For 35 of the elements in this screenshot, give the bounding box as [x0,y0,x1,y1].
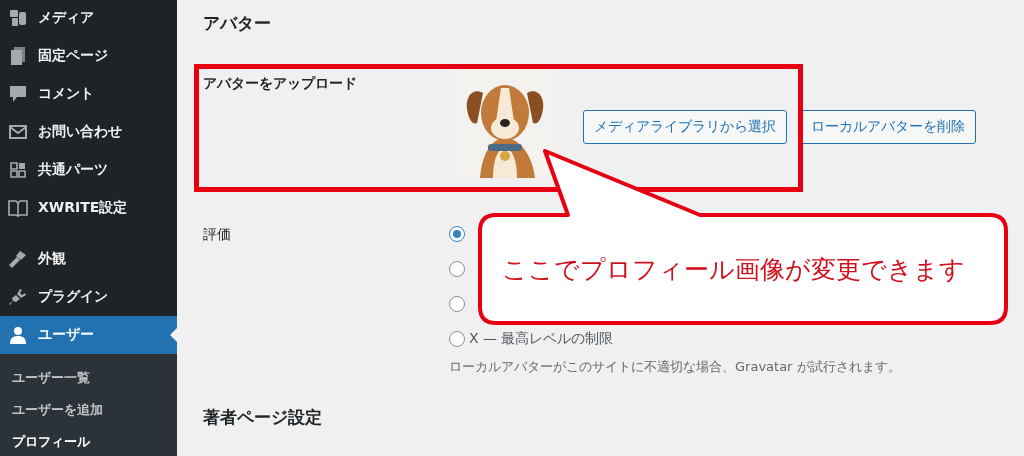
book-icon [8,198,28,218]
submenu-item[interactable]: ユーザーを追加 [0,394,177,426]
radio-button[interactable] [449,331,465,347]
action-button[interactable]: ローカルアバターを削除 [800,110,976,144]
section-heading: 著者ページ設定 [203,406,322,429]
submenu-item[interactable]: ユーザー一覧 [0,362,177,394]
menu-item[interactable]: 外観 [0,240,177,278]
field-label: アバターをアップロード [203,75,358,93]
action-button[interactable]: メディアライブラリから選択 [583,110,787,144]
menu-item[interactable]: ユーザー [0,316,177,354]
menu-item[interactable]: XWRITE設定 [0,189,177,227]
radio-button[interactable] [449,226,465,242]
callout-text: ここでプロフィール画像が変更できます [501,253,966,286]
radio-button[interactable] [449,296,465,312]
radio-button[interactable] [449,261,465,277]
blocks-icon [8,160,28,180]
media-icon [8,8,28,28]
menu-item[interactable]: 固定ページ [0,37,177,75]
radio-label: X — 最高レベルの制限 [469,330,614,348]
current-pointer-icon [170,328,177,342]
plug-icon [8,287,28,307]
menu-item[interactable]: プラグイン [0,278,177,316]
pages-icon [8,46,28,66]
field-label: 評価 [203,226,232,244]
field-description: ローカルアバターがこのサイトに不適切な場合、Gravatar が試行されます。 [449,358,902,376]
menu-item[interactable]: コメント [0,75,177,113]
user-icon [8,325,28,345]
mail-icon [8,122,28,142]
submenu-item[interactable]: プロフィール [0,426,177,456]
brush-icon [8,249,28,269]
menu-item[interactable]: お問い合わせ [0,113,177,151]
comment-icon [8,84,28,104]
section-heading: アバター [203,12,271,35]
menu-item[interactable]: 共通パーツ [0,151,177,189]
menu-item[interactable]: メディア [0,0,177,37]
